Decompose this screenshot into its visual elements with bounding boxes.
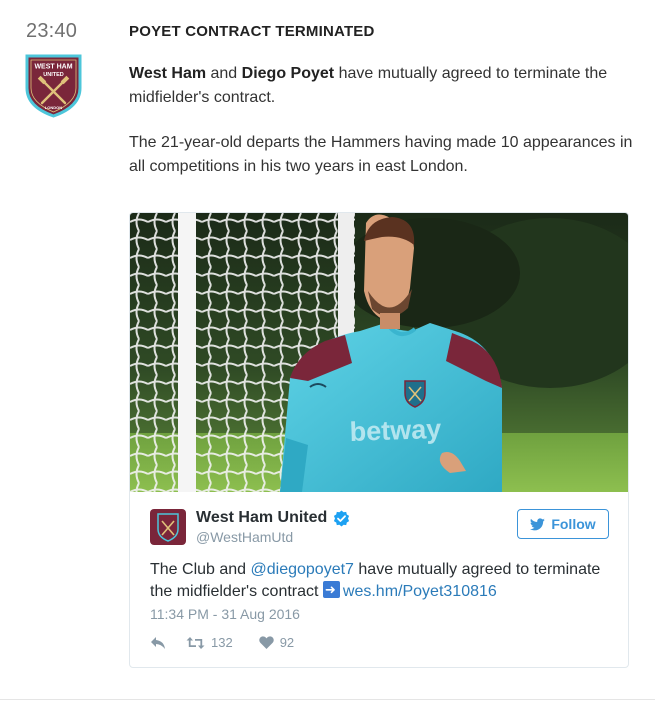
follow-button-label: Follow bbox=[551, 516, 596, 532]
tweet-text-1: The Club and bbox=[150, 561, 251, 578]
crest-text-line2: UNITED bbox=[43, 72, 64, 78]
retweet-icon bbox=[186, 636, 205, 649]
right-arrow-emoji-icon bbox=[322, 580, 340, 602]
tweet-timestamp[interactable]: 11:34 PM - 31 Aug 2016 bbox=[150, 606, 300, 622]
reply-button[interactable] bbox=[150, 636, 166, 650]
reply-icon bbox=[151, 636, 165, 649]
verified-badge-icon bbox=[333, 510, 350, 527]
entry-title: POYET CONTRACT TERMINATED bbox=[129, 23, 375, 40]
entry-time: 23:40 bbox=[26, 20, 78, 42]
tweet-mention-link[interactable]: @diegopoyet7 bbox=[251, 561, 354, 578]
heart-icon bbox=[258, 636, 274, 649]
para1-text-1: and bbox=[206, 65, 242, 82]
entry-divider bbox=[0, 699, 655, 700]
bold-player-name: Diego Poyet bbox=[241, 65, 335, 82]
retweet-count: 132 bbox=[211, 635, 233, 650]
west-ham-crest-icon: WEST HAM UNITED LONDON bbox=[25, 54, 82, 118]
like-button[interactable]: 92 bbox=[258, 635, 295, 650]
entry-paragraph-1: West Ham and Diego Poyet have mutually a… bbox=[129, 62, 637, 110]
like-count: 92 bbox=[279, 635, 295, 650]
tweet-url-link[interactable]: wes.hm/Poyet310816 bbox=[343, 583, 497, 600]
entry-body: POYET CONTRACT TERMINATED West Ham and D… bbox=[129, 20, 637, 179]
tweet-text: The Club and @diegopoyet7 have mutually … bbox=[150, 559, 612, 603]
shirt-sponsor-text: betway bbox=[349, 414, 442, 447]
tweet-author-name[interactable]: West Ham United bbox=[196, 509, 327, 527]
embedded-tweet[interactable]: betway West Ham United @WestHamUtd Follo… bbox=[129, 212, 629, 668]
retweet-button[interactable]: 132 bbox=[186, 635, 233, 650]
crest-text-line1: WEST HAM bbox=[34, 64, 72, 71]
bold-club-name: West Ham bbox=[129, 65, 207, 82]
tweet-handle[interactable]: @WestHamUtd bbox=[196, 529, 293, 545]
twitter-bird-icon bbox=[530, 517, 546, 530]
crest-text-line3: LONDON bbox=[45, 105, 62, 110]
tweet-avatar[interactable] bbox=[150, 509, 186, 545]
tweet-actions: 132 92 bbox=[150, 635, 294, 650]
follow-button[interactable]: Follow bbox=[517, 509, 609, 539]
tweet-photo[interactable]: betway bbox=[130, 213, 628, 492]
entry-paragraph-2: The 21-year-old departs the Hammers havi… bbox=[129, 134, 633, 175]
